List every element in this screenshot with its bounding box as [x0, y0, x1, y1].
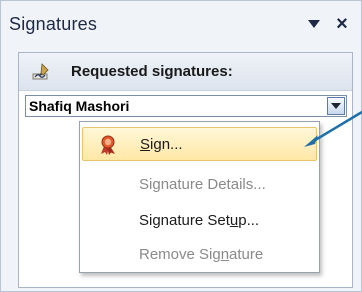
menu-item-remove-signature-label: Remove Signature: [139, 245, 264, 263]
chevron-down-icon: [331, 102, 341, 109]
requested-signatures-header: Requested signatures:: [19, 53, 352, 91]
callout-arrow: [304, 110, 362, 147]
close-icon[interactable]: ×: [332, 14, 352, 34]
menu-item-sign[interactable]: Sign...: [82, 127, 317, 161]
menu-item-signature-details-label: Signature Details...: [139, 175, 266, 193]
signer-combobox[interactable]: Shafiq Mashori: [25, 95, 347, 117]
signature-ribbon-icon: [97, 134, 119, 156]
menu-item-remove-signature: Remove Signature: [82, 237, 317, 271]
menu-item-sign-label: Sign...: [140, 135, 183, 153]
signature-context-menu: Sign... Signature Details... Signature S…: [79, 121, 320, 273]
pen-signature-icon: [31, 62, 51, 82]
menu-item-signature-details: Signature Details...: [82, 167, 317, 201]
signer-name: Shafiq Mashori: [29, 98, 130, 114]
menu-item-signature-setup-label: Signature Setup...: [139, 211, 260, 229]
requested-signatures-label: Requested signatures:: [71, 63, 233, 80]
pane-options-dropdown-icon[interactable]: [304, 14, 324, 34]
menu-item-signature-setup[interactable]: Signature Setup...: [82, 203, 317, 237]
